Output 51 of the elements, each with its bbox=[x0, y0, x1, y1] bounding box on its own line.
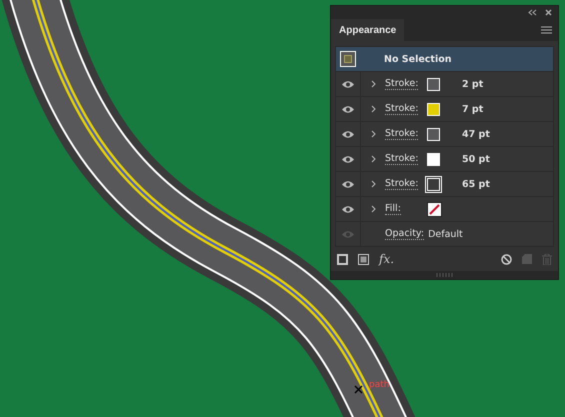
thumbnail-icon bbox=[340, 51, 356, 67]
chevron-icon[interactable] bbox=[370, 130, 376, 138]
attribute-label[interactable]: Stroke: bbox=[385, 78, 418, 90]
attribute-label[interactable]: Stroke: bbox=[385, 128, 418, 140]
appearance-row[interactable]: Opacity: Default bbox=[336, 221, 553, 246]
appearance-row[interactable]: Stroke: 65 pt bbox=[336, 171, 553, 196]
attribute-value: 65 pt bbox=[462, 178, 490, 190]
no-fill-swatch[interactable] bbox=[427, 202, 442, 216]
appearance-row[interactable]: Stroke: 47 pt bbox=[336, 121, 553, 146]
appearance-tab[interactable]: Appearance bbox=[331, 19, 404, 41]
eye-icon[interactable] bbox=[341, 80, 355, 88]
clear-icon[interactable] bbox=[501, 254, 512, 264]
attribute-label[interactable]: Opacity: bbox=[385, 228, 424, 240]
eye-icon[interactable] bbox=[341, 204, 355, 214]
appearance-row[interactable]: Fill: bbox=[336, 196, 553, 221]
effects-button[interactable]: fx. bbox=[379, 252, 394, 266]
chevron-icon[interactable] bbox=[370, 80, 376, 88]
attribute-label[interactable]: Stroke: bbox=[385, 103, 418, 115]
attribute-label[interactable]: Stroke: bbox=[385, 178, 418, 190]
cursor-icon bbox=[354, 385, 363, 394]
path-label: path bbox=[369, 380, 390, 390]
close-icon[interactable] bbox=[545, 9, 552, 16]
appearance-row[interactable]: Stroke: 2 pt bbox=[336, 71, 553, 96]
color-swatch[interactable] bbox=[427, 178, 440, 190]
attribute-value[interactable]: Default bbox=[428, 228, 463, 240]
attribute-value: 7 pt bbox=[462, 104, 484, 114]
resize-grip-icon[interactable] bbox=[436, 273, 454, 277]
color-swatch[interactable] bbox=[427, 102, 440, 116]
chevron-icon[interactable] bbox=[370, 105, 376, 113]
attribute-value: 47 pt bbox=[462, 128, 490, 140]
collapse-icon[interactable] bbox=[528, 9, 537, 16]
eye-icon[interactable] bbox=[341, 130, 355, 138]
attribute-label[interactable]: Fill: bbox=[385, 203, 401, 215]
add-fill-icon[interactable] bbox=[358, 254, 369, 264]
chevron-icon[interactable] bbox=[370, 155, 376, 163]
color-swatch[interactable] bbox=[427, 78, 440, 90]
attribute-label[interactable]: Stroke: bbox=[385, 153, 418, 165]
color-swatch[interactable] bbox=[427, 128, 440, 140]
attribute-value: 2 pt bbox=[462, 78, 484, 90]
appearance-row[interactable]: Stroke: 7 pt bbox=[336, 96, 553, 121]
eye-icon[interactable] bbox=[341, 154, 355, 164]
color-swatch[interactable] bbox=[427, 152, 440, 166]
selection-label: No Selection bbox=[384, 54, 452, 64]
chevron-icon[interactable] bbox=[370, 205, 376, 213]
add-stroke-icon[interactable] bbox=[337, 254, 348, 264]
menu-icon[interactable] bbox=[541, 26, 552, 34]
eye-icon[interactable] bbox=[341, 104, 355, 114]
eye-icon[interactable] bbox=[341, 180, 355, 188]
chevron-icon[interactable] bbox=[370, 180, 376, 188]
appearance-row[interactable]: Stroke: 50 pt bbox=[336, 146, 553, 171]
attribute-value: 50 pt bbox=[462, 154, 490, 164]
